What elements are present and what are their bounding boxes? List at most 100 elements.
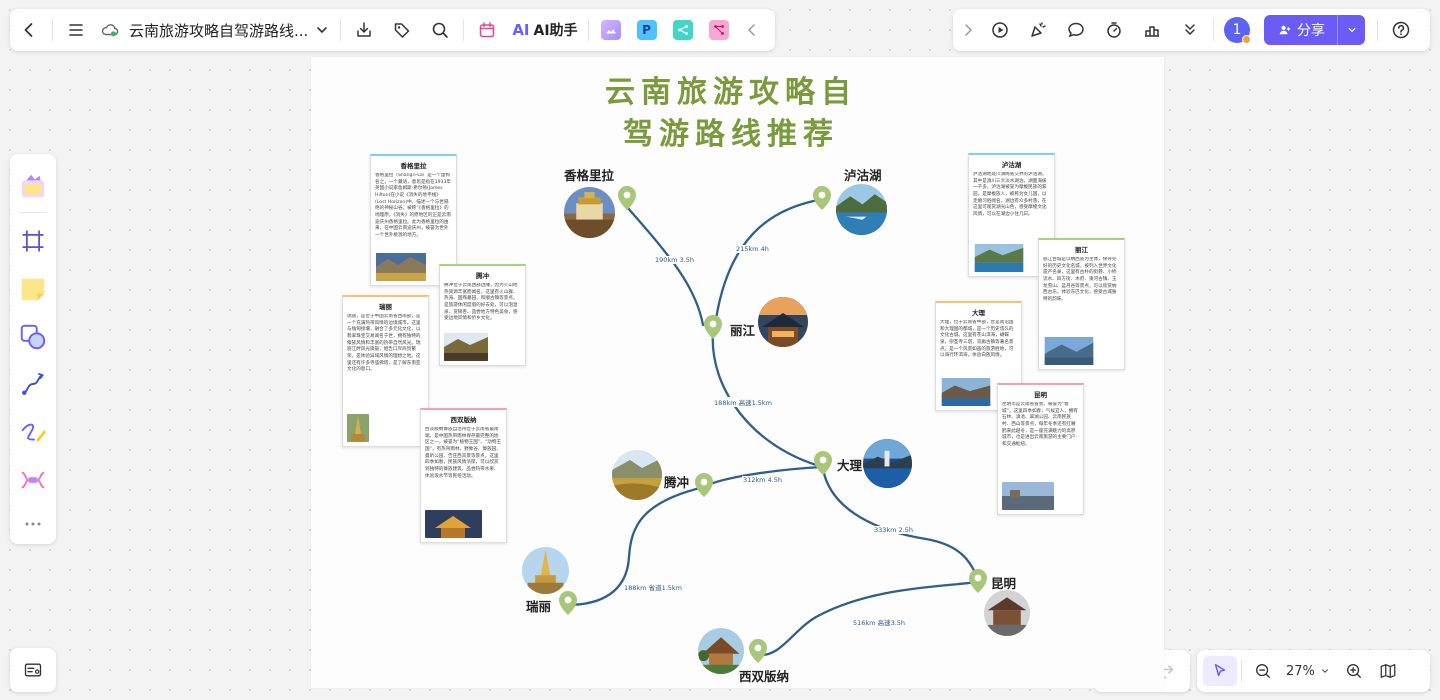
card-body: 西双版纳傣族自治州位于云南省最南端，是中国热带雨林保存最完整的地区之一，被誉为“… [425,427,502,479]
search-icon [433,22,449,38]
comment-button[interactable] [1057,9,1095,51]
photo-tengchong[interactable] [612,450,662,500]
route-lines [565,197,980,657]
presentation-app-icon[interactable]: P [636,20,657,40]
tag-button[interactable] [383,9,421,51]
mindmap-tool[interactable] [10,456,56,504]
expand-toolbar-button[interactable] [955,9,981,51]
select-mode-button[interactable] [1203,656,1237,686]
card-image [444,333,488,361]
distance-kunming-banna[interactable]: 516km 高速3.5h [852,617,907,627]
divider [587,19,589,41]
shape-tool[interactable] [10,313,56,361]
map-card-icon [24,663,42,677]
label-tengchong[interactable]: 腾冲 [664,472,689,491]
search-button[interactable] [421,9,459,51]
label-lijiang[interactable]: 丽江 [730,320,755,339]
card-kunming[interactable]: 昆明 昆明市是云南省省会，被誉为“春城”，这里四季如春，气候宜人，拥有石林、滇池… [997,383,1084,515]
distance-tengchong-ruili[interactable]: 188km 省道1.5km [623,582,684,592]
image-app-icon[interactable] [600,20,621,40]
distance-lugu-lijiang[interactable]: 215km 4h [735,245,770,253]
label-lugu[interactable]: 泸沽湖 [844,165,882,184]
p-letter-icon: P [642,23,651,37]
share-dropdown-button[interactable] [1337,15,1365,45]
photo-shangrila[interactable] [564,187,615,238]
zoom-level[interactable]: 27% [1286,664,1315,679]
card-title: 丽江 [1075,246,1088,254]
celebrate-button[interactable] [1019,9,1057,51]
collaborator-avatar[interactable]: 1 [1224,17,1251,44]
help-button[interactable] [1382,9,1420,51]
hamburger-icon [69,24,83,36]
canvas-board[interactable]: 云南旅游攻略自 驾游路线推荐 190km 3.5h 215km 4h 188km… [311,57,1164,688]
frame-icon [22,230,44,252]
route-dali-kunming [821,467,980,581]
zoom-in-button[interactable] [1337,656,1371,686]
calendar-button[interactable] [468,9,506,51]
divider [1377,19,1378,41]
vote-button[interactable] [1133,9,1171,51]
more-tools-button[interactable] [10,504,56,544]
photo-lugu[interactable] [836,184,887,235]
minimap-button[interactable] [10,648,56,692]
chevron-down-icon[interactable] [1319,665,1331,677]
mindmap-icon [21,471,45,489]
photo-kunming[interactable] [984,590,1030,636]
pen-tool[interactable] [10,408,56,456]
card-image [941,378,991,406]
map-view-button[interactable] [1371,656,1405,686]
card-ruili[interactable]: 瑞丽 瑞丽，是位于中国云南省西南部，是一个充满热带风情的边境城市。这里与缅甸接壤… [342,295,429,447]
present-button[interactable] [981,9,1019,51]
label-dali[interactable]: 大理 [837,455,862,474]
mountain-icon [605,29,616,34]
card-body: 丽江古城是以纳西族为主体，保存完好的历史文化名城，被列入世界文化遗产名录，这里有… [1043,257,1117,302]
book-map-icon [1380,664,1396,678]
card-image [376,253,426,281]
back-button[interactable] [10,9,48,51]
more-horizontal-icon [25,522,41,526]
label-kunming[interactable]: 昆明 [991,573,1016,592]
timer-button[interactable] [1095,9,1133,51]
connector-tool[interactable] [10,361,56,409]
top-left-toolbar: 云南旅游攻略自驾游路线... AI AI助手 P [10,9,775,51]
add-user-icon [1279,25,1291,35]
collapse-apps-button[interactable] [737,9,767,51]
ai-logo-icon: AI [512,21,530,39]
frame-tool[interactable] [10,217,56,265]
card-body: 香格里拉（Shangri-La）是一个虚构名之，一个藏语，意思是指在1933年英… [375,173,452,238]
card-title: 大理 [972,309,985,317]
card-title: 泸沽湖 [1001,161,1022,169]
photo-dali[interactable] [863,439,912,488]
photo-ruili[interactable] [522,547,569,594]
zoom-controls: 27% [1197,650,1430,692]
ai-assistant-button[interactable]: AI AI助手 [512,20,577,40]
card-tengchong[interactable]: 腾冲 腾冲位于云南西部边陲，因为火山地热资源丰富而闻名，这里有火山群、热海、国殇… [439,264,526,366]
document-title[interactable]: 云南旅游攻略自驾游路线... [129,20,308,41]
chevron-right-icon [965,24,973,36]
template-tool[interactable] [10,162,56,210]
menu-button[interactable] [57,9,95,51]
distance-lijiang-dali[interactable]: 188km 高速1.5km [713,397,774,407]
title-dropdown-button[interactable] [308,9,336,51]
zoom-out-button[interactable] [1246,656,1280,686]
photo-lijiang[interactable] [758,297,808,347]
share-button[interactable]: 分享 [1264,15,1337,45]
label-ruili[interactable]: 瑞丽 [526,596,551,615]
photo-xishuangbanna[interactable] [698,628,744,674]
card-lijiang[interactable]: 丽江 丽江古城是以纳西族为主体，保存完好的历史文化名城，被列入世界文化遗产名录，… [1038,238,1125,370]
distance-dali-tengchong[interactable]: 312km 4.5h [742,476,784,484]
route-shangrila-lijiang [625,205,705,327]
label-shangrila[interactable]: 香格里拉 [564,165,614,184]
mindmap-app-icon[interactable] [708,20,729,40]
distance-shangrila-lijiang[interactable]: 190km 3.5h [654,256,696,264]
label-xishuangbanna[interactable]: 西双版纳 [739,666,789,685]
flow-app-icon[interactable] [672,20,693,40]
download-button[interactable] [345,9,383,51]
sticky-note-tool[interactable] [10,265,56,313]
top-right-toolbar: 1 分享 [953,9,1430,51]
card-title: 香格里拉 [400,162,427,170]
distance-dali-kunming[interactable]: 333km 2.5h [873,526,915,534]
card-body: 大理，位于云南省中部，曾是南诏国和大理国的都城，是一个历史悠久的文化古城。这里有… [940,320,1014,359]
card-xishuangbanna[interactable]: 西双版纳 西双版纳傣族自治州位于云南省最南端，是中国热带雨林保存最完整的地区之一… [420,408,507,543]
more-tools-button[interactable] [1171,9,1209,51]
